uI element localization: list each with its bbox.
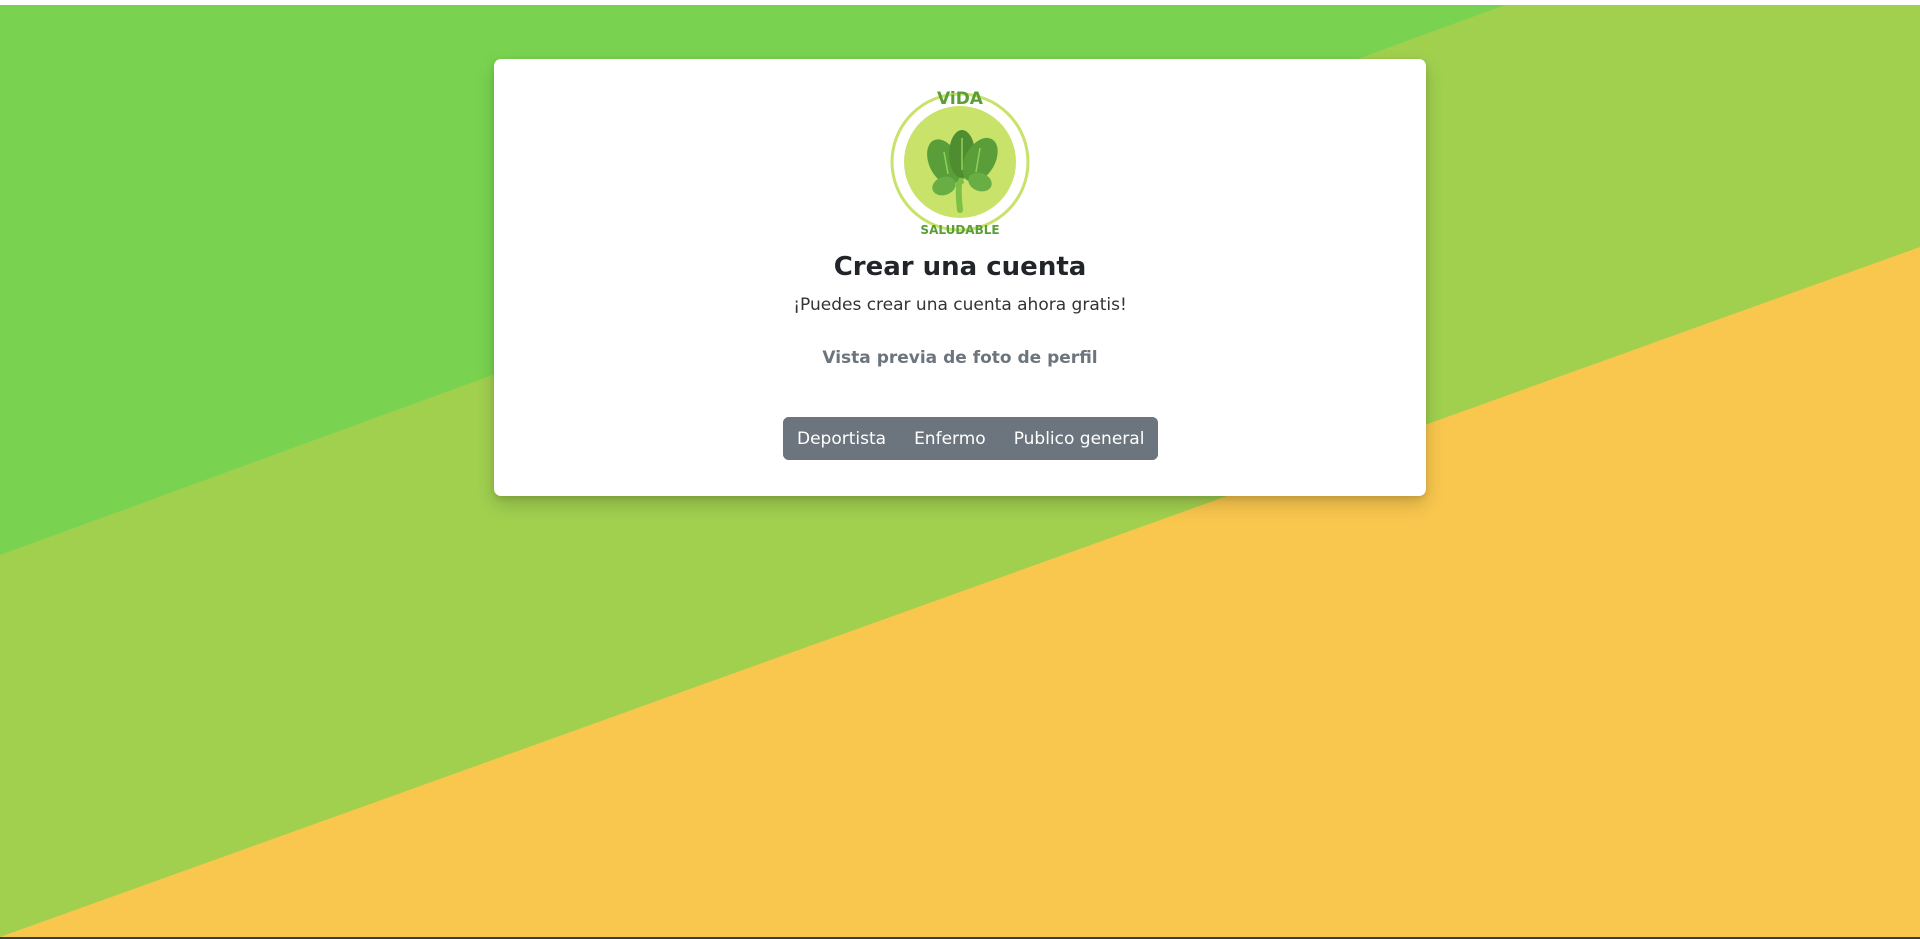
page-title: Crear una cuenta [833,252,1087,282]
vida-saludable-logo: ViDA SALUDABLE [890,89,1030,237]
subtitle: ¡Puedes crear una cuenta ahora gratis! [793,295,1127,315]
logo-top-text: ViDA [937,89,984,109]
publico-general-button[interactable]: Publico general [999,417,1159,460]
deportista-button[interactable]: Deportista [783,417,901,460]
profile-photo-preview-label: Vista previa de foto de perfil [822,348,1098,368]
profile-type-button-group: Deportista Enfermo Publico general [783,417,1159,460]
enfermo-button[interactable]: Enfermo [900,417,1000,460]
browser-top-edge [0,0,1920,5]
page: ViDA SALUDABLE Crear una cuenta ¡Puedes … [0,0,1920,939]
logo-bottom-text: SALUDABLE [920,223,999,237]
signup-card: ViDA SALUDABLE Crear una cuenta ¡Puedes … [494,59,1426,496]
